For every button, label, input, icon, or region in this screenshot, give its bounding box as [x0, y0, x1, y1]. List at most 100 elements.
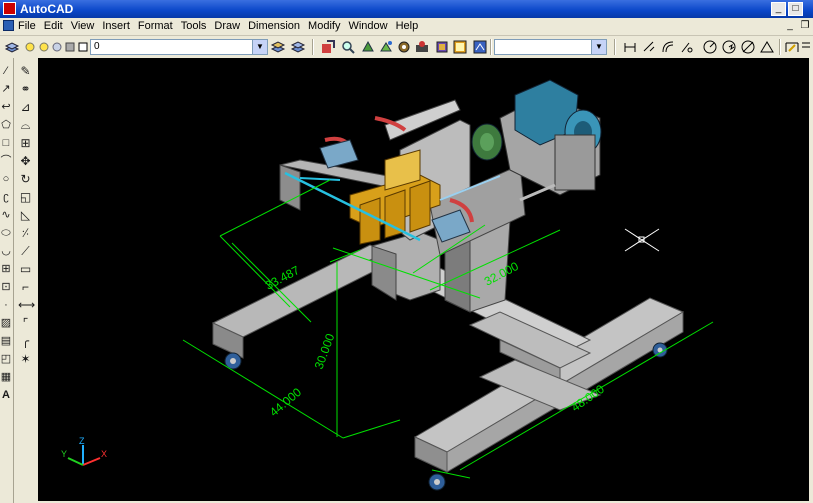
toolbar-separator	[779, 39, 781, 55]
gradient-icon[interactable]: ▤	[0, 334, 12, 349]
hatch-icon[interactable]: ▨	[0, 316, 12, 331]
chevron-down-icon[interactable]: ▼	[252, 40, 267, 54]
aligned-dimension-icon[interactable]	[641, 39, 657, 55]
array-icon[interactable]: ⊞	[18, 136, 33, 151]
erase-icon[interactable]: ✎	[18, 64, 33, 79]
materials-icon[interactable]	[414, 39, 430, 55]
menu-edit[interactable]: Edit	[40, 20, 67, 32]
jogged-dimension-icon[interactable]	[721, 39, 737, 55]
join-icon[interactable]: ⟷	[18, 298, 35, 313]
render-icon[interactable]	[360, 39, 376, 55]
trim-icon[interactable]: ⸓	[18, 226, 33, 241]
rotate-icon[interactable]: ↻	[18, 172, 33, 187]
ellipse-arc-icon[interactable]: ◡	[0, 244, 12, 259]
dimension-label-4: 44.000	[267, 385, 304, 420]
toolbar-separator	[490, 39, 492, 55]
title-bar: AutoCAD _ □	[0, 0, 813, 18]
ucs-z-label: Z	[79, 436, 85, 446]
menu-bar: File Edit View Insert Format Tools Draw …	[0, 18, 813, 36]
make-block-icon[interactable]: ⊡	[0, 280, 12, 295]
ordinate-dimension-icon[interactable]	[679, 39, 695, 55]
document-icon[interactable]	[3, 20, 14, 31]
mapping-icon[interactable]	[434, 39, 450, 55]
mirror-icon[interactable]: ⊿	[18, 100, 33, 115]
rectangle-icon[interactable]: □	[0, 136, 12, 151]
autocad-window: AutoCAD _ □ File Edit View Insert Format…	[0, 0, 813, 503]
break-icon[interactable]: ⌐	[18, 280, 33, 295]
window-title: AutoCAD	[20, 2, 74, 16]
radius-dimension-icon[interactable]	[702, 39, 718, 55]
scene-icon[interactable]	[378, 39, 394, 55]
line-icon[interactable]: ⁄	[0, 64, 12, 79]
window-right-border	[809, 58, 813, 503]
explode-icon[interactable]: ✶	[18, 352, 33, 367]
layer-manager-icon[interactable]	[4, 39, 20, 55]
diameter-dimension-icon[interactable]	[740, 39, 756, 55]
doc-minimize-button[interactable]: _	[784, 20, 796, 32]
arc-icon[interactable]: ⌒	[0, 154, 12, 169]
maximize-button[interactable]: □	[788, 2, 803, 16]
style-dropdown[interactable]: ▼	[494, 39, 607, 55]
multiline-text-icon[interactable]: A	[0, 388, 12, 403]
background-icon[interactable]	[452, 39, 468, 55]
ucs-x-label: X	[101, 449, 107, 459]
extend-icon[interactable]: ⟋	[18, 244, 33, 259]
copy-icon[interactable]: ⚭	[18, 82, 33, 97]
scale-icon[interactable]: ◱	[18, 190, 33, 205]
doc-restore-button[interactable]: ❐	[799, 20, 811, 32]
menu-file[interactable]: File	[14, 20, 40, 32]
menu-help[interactable]: Help	[392, 20, 423, 32]
ucs-y-label: Y	[61, 449, 67, 459]
toolbar-separator	[614, 39, 616, 55]
ellipse-icon[interactable]: ⬭	[0, 226, 12, 241]
circle-icon[interactable]: ○	[0, 172, 12, 187]
offset-icon[interactable]: ⌓	[18, 118, 33, 133]
layer-dropdown[interactable]: 0 ▼	[90, 39, 268, 55]
menu-draw[interactable]: Draw	[210, 20, 244, 32]
clamp-assembly	[279, 79, 602, 256]
angular-dimension-icon[interactable]	[759, 39, 775, 55]
break-at-point-icon[interactable]: ▭	[18, 262, 33, 277]
insert-block-icon[interactable]: ⊞	[0, 262, 12, 277]
region-icon[interactable]: ◰	[0, 352, 12, 367]
toolbar-separator	[312, 39, 314, 55]
lights-icon[interactable]	[396, 39, 412, 55]
table-icon[interactable]: ▦	[0, 370, 12, 385]
arc-length-icon[interactable]	[660, 39, 676, 55]
chevron-down-icon[interactable]: ▼	[591, 40, 606, 54]
drawing-canvas[interactable]: 33.487 32.000 30.000 44.000 48.000 Z X Y	[38, 58, 809, 501]
quick-dimension-icon[interactable]	[784, 39, 800, 55]
menu-view[interactable]: View	[67, 20, 99, 32]
spline-icon[interactable]: ∿	[0, 208, 12, 223]
menu-format[interactable]: Format	[134, 20, 177, 32]
main-toolbar: 0 ▼ ▼	[0, 36, 813, 59]
draw-toolbar: ⁄ ↗ ↩ ⬠ □ ⌒ ○ ʗ ∿ ⬭ ◡ ⊞ ⊡ · ▨ ▤ ◰ ▦ A	[0, 58, 14, 503]
layer-dropdown-value: 0	[94, 41, 100, 52]
minimize-button[interactable]: _	[771, 2, 786, 16]
move-icon[interactable]: ✥	[18, 154, 33, 169]
menu-tools[interactable]: Tools	[177, 20, 211, 32]
menu-insert[interactable]: Insert	[98, 20, 134, 32]
ucs-icon: Z X Y	[61, 436, 107, 466]
zoom-realtime-icon[interactable]	[340, 39, 356, 55]
hide-icon[interactable]	[320, 39, 336, 55]
menu-modify[interactable]: Modify	[304, 20, 344, 32]
revision-cloud-icon[interactable]: ʗ	[0, 190, 12, 205]
construction-line-icon[interactable]: ↗	[0, 82, 12, 97]
menu-window[interactable]: Window	[344, 20, 391, 32]
menu-dimension[interactable]: Dimension	[244, 20, 304, 32]
dimension-label-3: 30.000	[312, 331, 338, 371]
make-layer-current-icon[interactable]	[270, 39, 286, 55]
layer-previous-icon[interactable]	[290, 39, 306, 55]
linear-dimension-icon[interactable]	[622, 39, 638, 55]
fog-icon[interactable]	[472, 39, 488, 55]
autocad-app-icon[interactable]	[3, 2, 16, 15]
polygon-icon[interactable]: ⬠	[0, 118, 12, 133]
layer-state-icons[interactable]	[24, 39, 88, 55]
chamfer-icon[interactable]: ⌜	[18, 316, 33, 331]
polyline-icon[interactable]: ↩	[0, 100, 12, 115]
point-icon[interactable]: ·	[0, 298, 12, 313]
fillet-icon[interactable]: ╭	[18, 334, 33, 349]
stretch-icon[interactable]: ◺	[18, 208, 33, 223]
baseline-dimension-icon[interactable]	[800, 39, 813, 55]
